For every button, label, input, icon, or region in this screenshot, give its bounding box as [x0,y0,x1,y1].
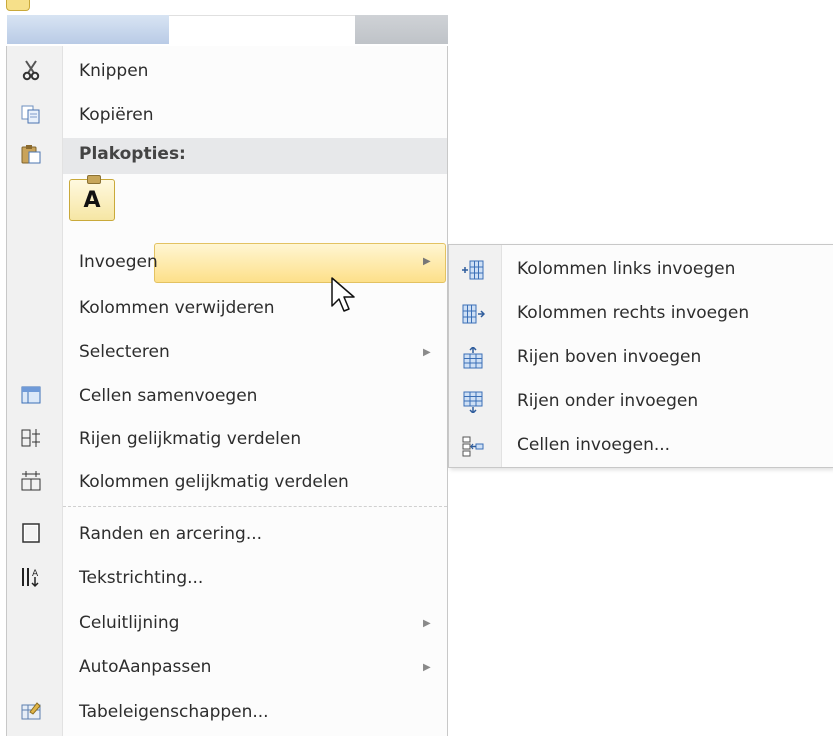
ribbon-corner [6,0,30,11]
submenu-item-label: Rijen boven invoegen [517,347,702,367]
merge-cells-icon [20,384,42,406]
menu-item-knippen[interactable]: Knippen [7,50,447,92]
submenu-item-kolommen-rechts[interactable]: Kolommen rechts invoegen [449,292,833,336]
table-properties-icon [20,700,42,722]
insert-row-above-icon [461,345,485,369]
menu-item-autoaanpassen[interactable]: AutoAanpassen ▶ [7,646,447,688]
menu-item-tabeleigenschappen[interactable]: Tabeleigenschappen... [7,691,447,733]
menu-item-label: Tekstrichting... [79,568,204,588]
menu-item-label: Randen en arcering... [79,524,263,544]
submenu-item-label: Kolommen links invoegen [517,259,736,279]
paste-icon [20,143,42,165]
highlight-background [154,243,446,283]
menu-item-label: Kolommen verwijderen [79,298,275,318]
table-cell-selected [7,15,169,44]
submenu-item-label: Rijen onder invoegen [517,391,699,411]
menu-item-label: Selecteren [79,342,170,362]
menu-item-rijen-gelijkmatig[interactable]: Rijen gelijkmatig verdelen [7,418,447,460]
distribute-rows-icon [20,427,42,449]
submenu-item-rijen-onder[interactable]: Rijen onder invoegen [449,380,833,424]
menu-item-label: Rijen gelijkmatig verdelen [79,429,302,449]
distribute-columns-icon [20,470,42,492]
menu-item-label: Celuitlijning [79,613,180,633]
menu-item-label: Kopiëren [79,105,154,125]
insert-cells-icon [461,435,485,457]
insert-row-below-icon [461,391,485,415]
borders-icon [20,522,42,544]
table-cell [169,15,355,45]
menu-item-kolommen-verwijderen[interactable]: Kolommen verwijderen [7,287,447,329]
submenu-item-rijen-boven[interactable]: Rijen boven invoegen [449,336,833,380]
submenu-item-kolommen-links[interactable]: Kolommen links invoegen [449,248,833,292]
clipboard-clip-icon [87,175,101,184]
paste-options-section: Plakopties: [63,138,447,174]
insert-column-right-icon [461,303,486,325]
table-cell-shaded [355,15,448,44]
mouse-cursor-icon [331,277,355,312]
copy-icon [20,103,42,125]
menu-item-tekstrichting[interactable]: A Tekstrichting... [7,557,447,599]
menu-item-kopieren[interactable]: Kopiëren [7,94,447,136]
submenu-arrow-icon: ▶ [423,661,431,673]
document-background [0,0,448,46]
menu-separator [63,506,447,507]
menu-item-selecteren[interactable]: Selecteren ▶ [7,331,447,373]
menu-item-kolommen-gelijkmatig[interactable]: Kolommen gelijkmatig verdelen [7,461,447,503]
text-direction-icon: A [20,566,42,588]
menu-item-celuitlijning[interactable]: Celuitlijning ▶ [7,602,447,644]
paste-options-label: Plakopties: [79,144,186,164]
menu-item-randen-arcering[interactable]: Randen en arcering... [7,513,447,555]
submenu-arrow-icon: ▶ [423,617,431,629]
menu-item-label: Knippen [79,61,149,81]
menu-item-label: Cellen samenvoegen [79,386,258,406]
submenu-arrow-icon: ▶ [423,346,431,358]
context-menu: Knippen Kopiëren Plakopties: A Invoegen … [6,46,448,736]
menu-item-cellen-samenvoegen[interactable]: Cellen samenvoegen [7,375,447,417]
submenu-item-label: Kolommen rechts invoegen [517,303,750,323]
submenu-item-label: Cellen invoegen... [517,435,671,455]
menu-item-invoegen[interactable]: Invoegen ▶ [7,243,447,283]
menu-item-label: Invoegen [79,252,158,272]
menu-item-label: Kolommen gelijkmatig verdelen [79,472,349,492]
menu-item-label: AutoAanpassen [79,657,212,677]
insert-column-left-icon [461,259,485,281]
menu-item-label: Tabeleigenschappen... [79,702,269,722]
paste-keep-text-button[interactable]: A [69,175,115,221]
invoegen-submenu: Kolommen links invoegen Kolommen rechts … [448,244,833,468]
paste-keep-text-icon: A [83,187,101,213]
submenu-arrow-icon: ▶ [423,256,431,267]
submenu-item-cellen-invoegen[interactable]: Cellen invoegen... [449,424,833,468]
scissors-icon [20,59,42,81]
